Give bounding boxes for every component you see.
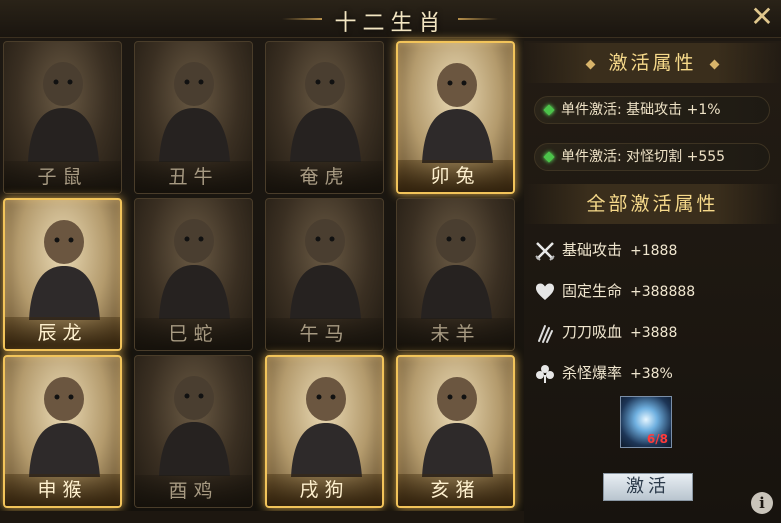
zodiac-card[interactable]: 酉鸡 xyxy=(134,355,253,508)
zodiac-label: 辰龙 xyxy=(5,317,120,349)
zodiac-card[interactable]: 亥猪 xyxy=(396,355,515,508)
zodiac-card[interactable]: 卯兔 xyxy=(396,41,515,194)
zodiac-label: 未羊 xyxy=(397,318,514,350)
zodiac-label: 申猴 xyxy=(5,474,120,506)
item-count: 6/8 xyxy=(646,432,668,446)
all-attribute-row: 刀刀吸血 +3888 xyxy=(534,319,677,345)
title-bar: 十二生肖 ✕ xyxy=(0,0,781,38)
zodiac-card[interactable]: 巳蛇 xyxy=(134,198,253,351)
all-attribute-row: 基础攻击 +1888 xyxy=(534,237,677,263)
zodiac-label: 午马 xyxy=(266,318,383,350)
zodiac-portrait xyxy=(135,199,252,319)
diamond-icon xyxy=(709,59,719,69)
zodiac-portrait xyxy=(4,42,121,162)
zodiac-label: 亥猪 xyxy=(398,474,513,506)
attr-name: 杀怪爆率 xyxy=(562,364,623,382)
set-attribute-text: 单件激活: 对怪切割 +555 xyxy=(561,149,726,165)
attr-name: 固定生命 xyxy=(562,282,623,300)
zodiac-card[interactable]: 戌狗 xyxy=(265,355,384,508)
zodiac-card[interactable]: 午马 xyxy=(265,198,384,351)
zodiac-portrait xyxy=(266,199,383,319)
clover-icon xyxy=(536,364,554,383)
attr-value: +38% xyxy=(630,366,673,382)
zodiac-portrait xyxy=(397,199,514,319)
zodiac-portrait xyxy=(5,357,120,477)
zodiac-card-grid: 子鼠 丑牛 奄虎 卯兔辰龙 巳蛇 午马 未羊申猴 酉鸡 戌狗 亥猪 xyxy=(3,41,521,511)
attr-value: +1888 xyxy=(630,243,678,259)
attribute-panel: 激活属性 单件激活: 基础攻击 +1% 单件激活: 对怪切割 +555 全部激活… xyxy=(524,41,781,523)
zodiac-card[interactable]: 申猴 xyxy=(3,355,122,508)
crystal-orb-icon[interactable]: 6/8 xyxy=(620,396,672,448)
title-ornament-right xyxy=(458,18,498,20)
zodiac-portrait xyxy=(267,357,382,477)
zodiac-label: 戌狗 xyxy=(267,474,382,506)
zodiac-label: 奄虎 xyxy=(266,161,383,193)
zodiac-card[interactable]: 子鼠 xyxy=(3,41,122,194)
crossed-swords-icon xyxy=(535,241,555,261)
zodiac-card[interactable]: 丑牛 xyxy=(134,41,253,194)
zodiac-label: 巳蛇 xyxy=(135,318,252,350)
zodiac-label: 丑牛 xyxy=(135,161,252,193)
zodiac-portrait xyxy=(135,356,252,476)
claw-slash-icon xyxy=(538,324,553,343)
activate-attributes-title: 激活属性 xyxy=(608,52,697,74)
all-attribute-row: 固定生命 +388888 xyxy=(534,278,695,304)
zodiac-window: 十二生肖 ✕ 子鼠 丑牛 奄虎 卯兔辰龙 巳蛇 午马 未羊申猴 酉鸡 戌狗 亥猪 激活属性 单件激… xyxy=(0,0,781,523)
zodiac-portrait xyxy=(5,200,120,320)
attr-value: +3888 xyxy=(630,325,678,341)
attr-name: 基础攻击 xyxy=(562,241,623,259)
activate-button[interactable]: 激活 xyxy=(603,473,693,501)
all-attribute-row: 杀怪爆率 +38% xyxy=(534,360,673,386)
set-attribute-row: 单件激活: 基础攻击 +1% xyxy=(534,96,770,124)
zodiac-card[interactable]: 未羊 xyxy=(396,198,515,351)
zodiac-portrait xyxy=(266,42,383,162)
zodiac-label: 子鼠 xyxy=(4,161,121,193)
zodiac-portrait xyxy=(398,43,513,163)
set-attribute-text: 单件激活: 基础攻击 +1% xyxy=(561,102,721,118)
heart-icon xyxy=(536,283,554,300)
zodiac-portrait xyxy=(398,357,513,477)
window-title: 十二生肖 xyxy=(334,11,447,36)
green-gem-icon xyxy=(543,151,555,163)
attr-name: 刀刀吸血 xyxy=(562,323,623,341)
close-icon[interactable]: ✕ xyxy=(748,3,776,32)
attr-value: +388888 xyxy=(630,284,696,300)
zodiac-label: 卯兔 xyxy=(398,160,513,192)
set-attribute-row: 单件激活: 对怪切割 +555 xyxy=(534,143,770,171)
bottom-strip xyxy=(0,511,524,523)
info-icon[interactable]: i xyxy=(751,492,773,514)
zodiac-portrait xyxy=(135,42,252,162)
all-attributes-header: 全部激活属性 xyxy=(524,184,781,224)
zodiac-label: 酉鸡 xyxy=(135,475,252,507)
all-attributes-title: 全部激活属性 xyxy=(586,193,719,215)
green-gem-icon xyxy=(543,104,555,116)
zodiac-card[interactable]: 奄虎 xyxy=(265,41,384,194)
activate-attributes-header: 激活属性 xyxy=(524,43,781,83)
diamond-icon xyxy=(586,59,596,69)
zodiac-card[interactable]: 辰龙 xyxy=(3,198,122,351)
